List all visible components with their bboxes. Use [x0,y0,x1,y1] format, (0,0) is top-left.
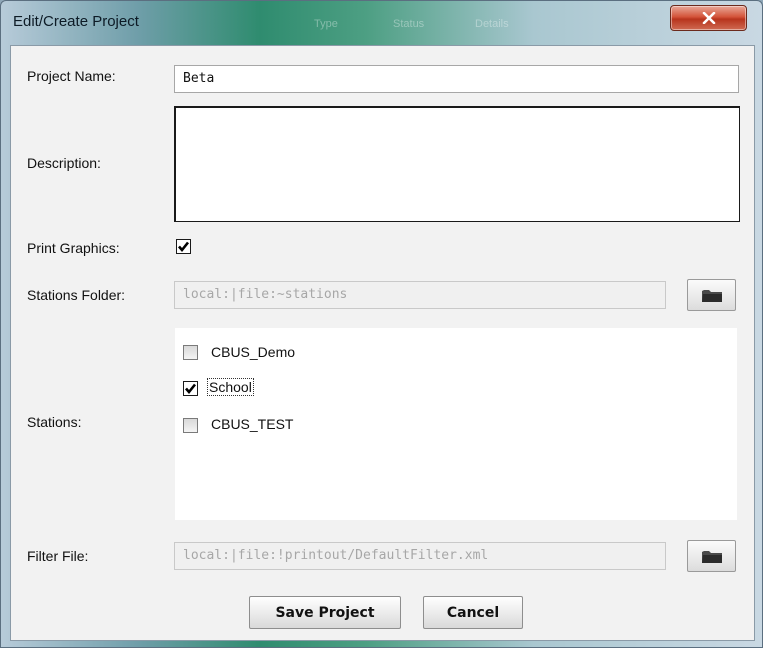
station-label[interactable]: CBUS_Demo [211,344,295,360]
folder-icon [701,550,722,563]
project-name-input[interactable]: Beta [174,65,739,93]
station-checkbox-cbus-demo[interactable] [183,345,198,360]
background-menu-item: Details [475,18,509,30]
stations-label: Stations: [27,414,82,430]
checkmark-icon [178,241,190,253]
cancel-button[interactable]: Cancel [423,596,523,629]
print-graphics-label: Print Graphics: [27,240,120,256]
print-graphics-checkbox[interactable] [176,239,191,254]
close-button[interactable] [670,5,747,31]
filter-file-input[interactable]: local:|file:!printout/DefaultFilter.xml [174,542,666,570]
station-checkbox-school[interactable] [183,381,198,396]
project-name-label: Project Name: [27,68,116,84]
dialog-window: Edit/Create Project Type Status Details … [0,0,763,648]
save-project-button[interactable]: Save Project [249,596,401,629]
station-label[interactable]: CBUS_TEST [211,416,293,432]
background-menu-item: Status [393,18,425,30]
stations-folder-input[interactable]: local:|file:~stations [174,281,666,309]
filter-file-label: Filter File: [27,548,89,564]
station-label[interactable]: School [207,378,254,396]
window-title: Edit/Create Project [13,13,139,30]
folder-icon [701,289,722,302]
close-icon [702,12,715,24]
background-menu-item: Type [314,18,338,30]
stations-list: CBUS_Demo School CBUS_TEST [175,328,737,520]
title-bar[interactable]: Edit/Create Project Type Status Details [1,1,762,45]
description-label: Description: [27,155,101,171]
station-checkbox-cbus-test[interactable] [183,418,198,433]
stations-folder-browse-button[interactable] [687,279,736,311]
dialog-body: Project Name: Beta Description: Print Gr… [10,45,755,641]
description-textarea[interactable] [174,106,740,222]
checkmark-icon [185,383,197,395]
stations-folder-label: Stations Folder: [27,287,126,303]
filter-file-browse-button[interactable] [687,540,736,572]
